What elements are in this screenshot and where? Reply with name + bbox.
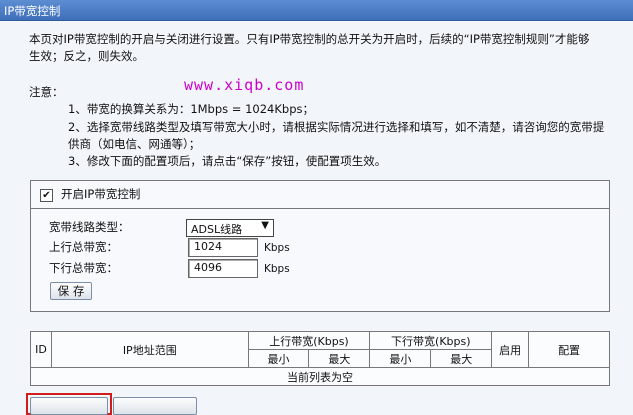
note-3: 3、修改下面的配置项后，请点击“保存”按钮，使配置项生效。: [68, 154, 387, 168]
note-2a: 2、选择宽带线路类型及填写带宽大小时，请根据实际情况进行选择和填写，如不清楚，请…: [68, 120, 605, 134]
col-header-ip-range: IP地址范围: [50, 331, 249, 368]
enable-label: 开启IP带宽控制: [61, 187, 141, 201]
line-type-value: ADSL线路: [191, 223, 243, 236]
upload-label: 上行总带宽：: [49, 240, 118, 254]
download-bandwidth-value: 4096: [194, 261, 222, 274]
upload-bandwidth-value: 1024: [194, 240, 222, 253]
note-2b: 供商（如电信、网通等）；: [68, 137, 201, 151]
col-header-upload: 上行带宽(Kbps): [247, 331, 371, 350]
window-titlebar: IP带宽控制: [0, 0, 633, 21]
intro-line-1: 本页对IP带宽控制的开启与关闭进行设置。只有IP带宽控制的总开关为开启时，后续的…: [29, 32, 590, 46]
table-empty-message: 当前列表为空: [30, 367, 610, 386]
download-label: 下行总带宽：: [49, 261, 118, 275]
col-header-config: 配置: [528, 331, 610, 368]
rules-table: ID IP地址范围 上行带宽(Kbps) 下行带宽(Kbps) 启用 配置 最小…: [30, 331, 610, 386]
col-header-download-max: 最大: [430, 349, 493, 368]
note-1: 1、带宽的换算关系为：1Mbps = 1024Kbps；: [68, 102, 314, 116]
enable-section: ✔ 开启IP带宽控制: [30, 180, 610, 209]
download-bandwidth-input[interactable]: 4096: [188, 259, 258, 278]
upload-bandwidth-input[interactable]: 1024: [188, 238, 258, 257]
delete-all-button[interactable]: [113, 397, 197, 415]
add-rule-button[interactable]: [30, 397, 108, 415]
save-button[interactable]: 保 存: [50, 282, 92, 300]
notes-label: 注意：: [29, 85, 64, 99]
watermark-text: www.xiqb.com: [184, 76, 305, 94]
col-header-download: 下行带宽(Kbps): [369, 331, 493, 350]
line-type-label: 宽带线路类型：: [49, 220, 130, 234]
col-header-upload-max: 最大: [308, 349, 371, 368]
enable-checkbox[interactable]: ✔: [40, 189, 53, 202]
dropdown-arrow-icon: ▼: [261, 220, 269, 231]
col-header-download-min: 最小: [369, 349, 432, 368]
col-header-enable: 启用: [491, 331, 530, 368]
window-title: IP带宽控制: [4, 4, 61, 18]
col-header-upload-min: 最小: [247, 349, 310, 368]
intro-line-2: 生效；反之，则失效。: [29, 49, 144, 63]
upload-unit: Kbps: [264, 242, 290, 254]
line-type-select[interactable]: ADSL线路 ▼: [186, 219, 274, 237]
download-unit: Kbps: [264, 263, 290, 275]
col-header-id: ID: [30, 331, 52, 368]
